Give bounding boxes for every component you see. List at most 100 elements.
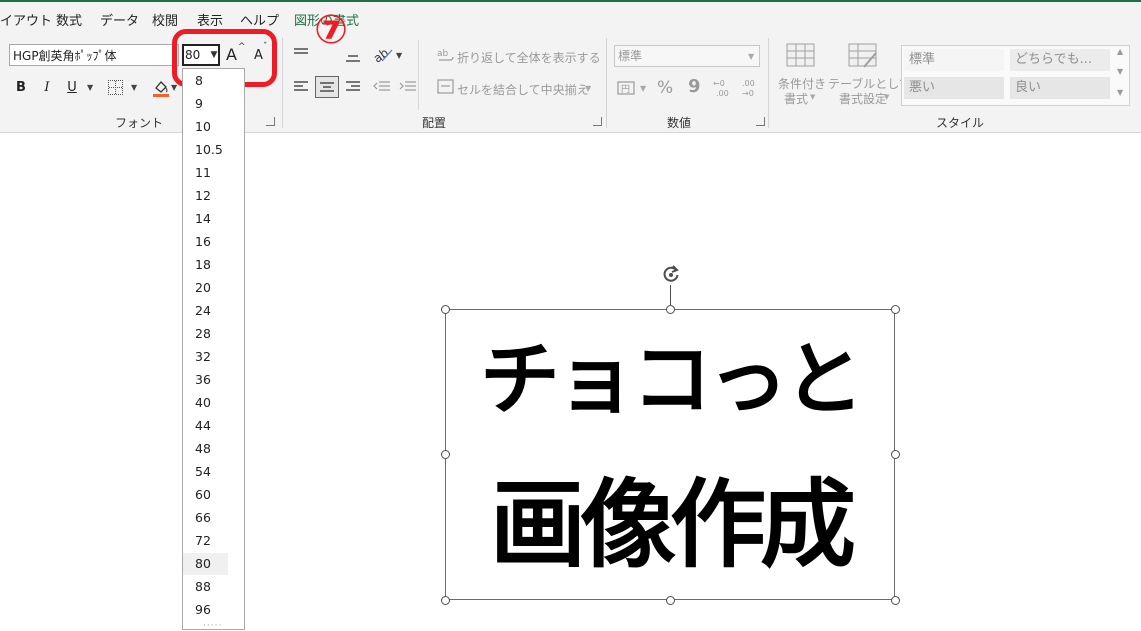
font-size-option[interactable]: 11: [183, 162, 228, 184]
font-size-option[interactable]: 16: [183, 231, 228, 253]
group-divider: [768, 38, 769, 128]
font-size-option[interactable]: 48: [183, 438, 228, 460]
style-bad[interactable]: 悪い: [904, 77, 1004, 99]
tab-view[interactable]: 表示: [197, 10, 223, 29]
alignment-group-label: 配置: [422, 116, 447, 130]
chevron-down-icon[interactable]: ▼: [585, 84, 591, 93]
align-right-icon[interactable]: [345, 80, 361, 94]
style-normal[interactable]: 標準: [904, 49, 1004, 71]
font-size-option[interactable]: 8: [183, 70, 228, 92]
font-size-option[interactable]: 12: [183, 185, 228, 207]
style-neutral[interactable]: どちらでも...: [1010, 49, 1110, 71]
resize-handle-right[interactable]: [891, 450, 900, 459]
svg-text:ab: ab: [437, 49, 449, 59]
shape-text-line-1: チョコっと: [480, 333, 864, 426]
italic-button[interactable]: I: [40, 78, 54, 98]
merge-center-icon[interactable]: [437, 79, 455, 95]
resize-handle-top-left[interactable]: [441, 305, 450, 314]
tab-review[interactable]: 校閲: [152, 10, 178, 29]
increase-indent-icon[interactable]: [399, 80, 417, 94]
tab-formulas[interactable]: 数式: [56, 10, 82, 29]
font-size-option[interactable]: 40: [183, 392, 228, 414]
resize-handle-top-right[interactable]: [891, 305, 900, 314]
resize-handle-bottom-right[interactable]: [891, 596, 900, 605]
shape-text-line-2: 画像作成: [490, 469, 856, 581]
resize-grip-icon[interactable]: ·····: [203, 621, 222, 631]
svg-text:ab: ab: [372, 46, 391, 65]
bold-button[interactable]: B: [14, 78, 28, 98]
chevron-down-icon: ▼: [884, 93, 890, 101]
align-center-button[interactable]: [315, 76, 339, 98]
style-good[interactable]: 良い: [1010, 77, 1110, 99]
wrap-text-icon[interactable]: ab: [437, 47, 455, 65]
tab-data[interactable]: データ: [100, 10, 139, 29]
font-size-option[interactable]: 20: [183, 277, 228, 299]
format-as-table-label-2[interactable]: 書式設定: [839, 90, 887, 107]
font-size-option[interactable]: 66: [183, 507, 228, 529]
font-size-option[interactable]: 14: [183, 208, 228, 230]
font-size-option[interactable]: 36: [183, 369, 228, 391]
format-as-table-icon[interactable]: [848, 43, 878, 69]
alignment-dialog-launcher-icon[interactable]: [593, 117, 602, 126]
font-size-option[interactable]: 10.5: [183, 139, 228, 161]
font-size-option[interactable]: 96: [183, 599, 228, 621]
scroll-up-icon[interactable]: ▲: [1117, 47, 1123, 56]
resize-handle-left[interactable]: [441, 450, 450, 459]
number-group-label: 数値: [667, 116, 692, 130]
chevron-down-icon[interactable]: ▼: [87, 83, 93, 92]
font-size-option[interactable]: 24: [183, 300, 228, 322]
underline-button[interactable]: U: [65, 78, 79, 98]
font-size-option[interactable]: 88: [183, 576, 228, 598]
svg-text:.00: .00: [716, 89, 729, 98]
percent-style-button[interactable]: %: [657, 78, 673, 98]
align-center-icon: [320, 82, 334, 92]
svg-text:←0: ←0: [713, 79, 725, 88]
number-dialog-launcher-icon[interactable]: [756, 117, 765, 126]
conditional-format-icon[interactable]: [786, 43, 816, 69]
divider: [418, 40, 419, 110]
group-divider: [606, 38, 607, 128]
align-left-icon[interactable]: [293, 80, 309, 94]
font-dialog-launcher-icon[interactable]: [266, 117, 275, 126]
accounting-format-icon[interactable]: 円: [617, 80, 637, 96]
tab-page-layout[interactable]: イアウト: [0, 10, 52, 29]
resize-handle-bottom-left[interactable]: [441, 596, 450, 605]
svg-text:円: 円: [621, 84, 630, 95]
decrease-decimal-icon[interactable]: .00 →0: [740, 78, 760, 98]
merge-center-button[interactable]: セルを結合して中央揃え: [457, 81, 589, 98]
fill-color-icon[interactable]: [152, 78, 170, 98]
scroll-down-icon[interactable]: ▼: [1117, 67, 1123, 76]
number-format-combobox[interactable]: 標準: [614, 45, 760, 67]
resize-handle-top[interactable]: [666, 305, 675, 314]
borders-icon[interactable]: [108, 80, 123, 95]
font-size-option[interactable]: 10: [183, 116, 228, 138]
font-size-option[interactable]: 28: [183, 323, 228, 345]
orientation-icon[interactable]: ab: [372, 45, 394, 65]
font-size-option[interactable]: 72: [183, 530, 228, 552]
font-size-option[interactable]: 18: [183, 254, 228, 276]
rotate-handle-icon[interactable]: [660, 263, 682, 285]
font-size-option[interactable]: 32: [183, 346, 228, 368]
tab-help[interactable]: ヘルプ: [240, 10, 279, 29]
decrease-indent-icon[interactable]: [373, 80, 391, 94]
increase-decimal-icon[interactable]: ←0 .00: [712, 78, 732, 98]
chevron-down-icon[interactable]: ▼: [131, 83, 137, 92]
chevron-down-icon[interactable]: ▼: [171, 83, 177, 92]
font-size-option[interactable]: 54: [183, 461, 228, 483]
group-divider: [282, 38, 283, 128]
font-size-option[interactable]: 60: [183, 484, 228, 506]
comma-style-button[interactable]: 9: [688, 76, 701, 97]
svg-text:→0: →0: [742, 89, 754, 98]
styles-group-label: スタイル: [936, 116, 985, 130]
font-size-option[interactable]: 44: [183, 415, 228, 437]
font-size-option[interactable]: 80: [183, 553, 228, 575]
rotate-handle-stem: [670, 285, 671, 305]
chevron-down-icon[interactable]: ▼: [396, 51, 402, 60]
wrap-text-button[interactable]: 折り返して全体を表示する: [457, 49, 601, 66]
font-name-combobox[interactable]: HGP創英角ﾎﾟｯﾌﾟ体: [9, 44, 179, 66]
chevron-down-icon[interactable]: ▼: [640, 84, 646, 93]
gallery-more-icon[interactable]: ▼: [1117, 88, 1123, 97]
resize-handle-bottom[interactable]: [666, 596, 675, 605]
conditional-format-label-2[interactable]: 書式: [784, 90, 808, 107]
font-size-option[interactable]: 9: [183, 93, 228, 115]
